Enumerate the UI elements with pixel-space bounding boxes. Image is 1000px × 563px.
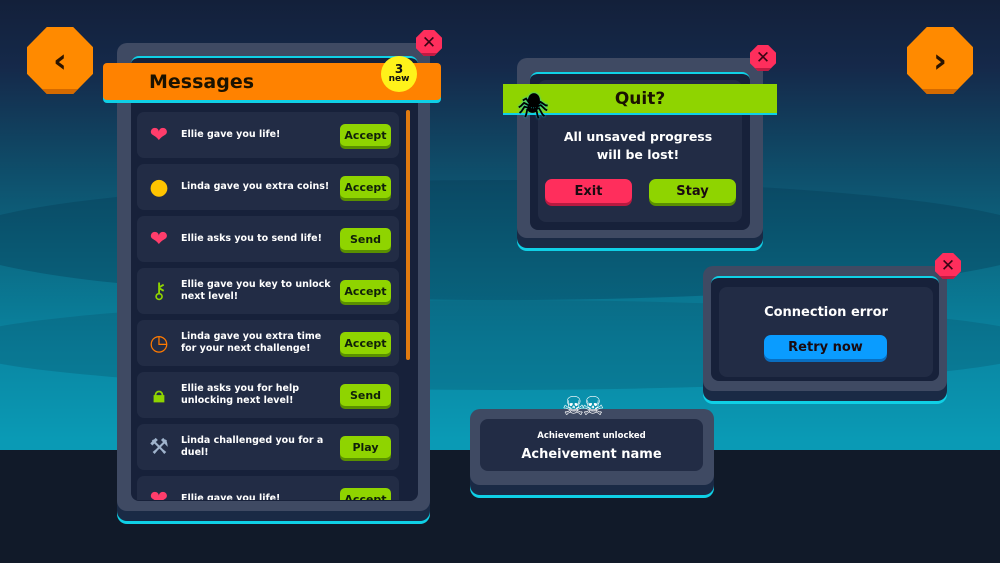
new-badge: 3 new xyxy=(381,56,417,92)
clock-icon: ◷ xyxy=(149,330,169,356)
achievement-subtitle: Achievement unlocked xyxy=(537,431,646,441)
accept-button[interactable]: Accept xyxy=(340,488,391,500)
heart-icon: ❤ xyxy=(149,122,169,148)
chevron-left-icon: ‹ xyxy=(52,40,67,81)
message-row: ⚷ Ellie gave you key to unlock next level… xyxy=(137,268,399,314)
send-button[interactable]: Send xyxy=(340,228,391,250)
message-row: ● Linda gave you extra coins! Accept xyxy=(137,164,399,210)
messages-title: Messages xyxy=(149,70,255,93)
heart-icon: ❤ xyxy=(149,486,169,501)
connection-body xyxy=(719,287,933,377)
messages-list: ❤ Ellie gave you life! Accept ● Linda gave y… xyxy=(131,108,418,500)
message-text: Linda gave you extra coins! xyxy=(181,181,330,192)
close-quit-button[interactable]: ✕ xyxy=(750,45,776,71)
message-row: ❤ Ellie asks you to send life! Send xyxy=(137,216,399,262)
next-button[interactable]: › xyxy=(907,27,973,94)
message-text: Ellie gave you key to unlock next level! xyxy=(181,279,331,302)
stay-label: Stay xyxy=(676,183,709,199)
chevron-right-icon: › xyxy=(932,40,947,81)
skull-key-icon: ⚷ xyxy=(150,278,168,304)
message-row: ◷ Linda gave you extra time for your next… xyxy=(137,320,399,366)
accept-button[interactable]: Accept xyxy=(340,280,391,302)
message-text: Ellie gave you life! xyxy=(181,129,281,140)
play-button[interactable]: Play xyxy=(340,436,391,458)
message-row: ⚒ Linda challenged you for a duel! Play xyxy=(137,424,399,470)
stay-button[interactable]: Stay xyxy=(649,179,736,203)
coin-icon: ● xyxy=(149,174,169,200)
quit-message: All unsaved progress will be lost! xyxy=(563,129,713,162)
connection-title: Connection error xyxy=(764,305,888,320)
skulls-icon: ☠☠ xyxy=(562,392,605,422)
message-row: ❤ Ellie gave you life! Accept xyxy=(137,112,399,158)
retry-button[interactable]: Retry now xyxy=(764,335,887,359)
exit-button[interactable]: Exit xyxy=(545,179,632,203)
axe-icon: ⚒ xyxy=(149,434,169,460)
accept-button[interactable]: Accept xyxy=(340,124,391,146)
heart-icon: ❤ xyxy=(149,226,169,252)
message-text: Linda gave you extra time for your next … xyxy=(181,331,322,354)
close-icon: ✕ xyxy=(421,33,437,53)
close-icon: ✕ xyxy=(755,48,771,68)
close-icon: ✕ xyxy=(940,256,956,276)
achievement-body xyxy=(480,419,703,471)
message-row: ❤ Ellie gave you life! Accept xyxy=(137,476,399,500)
message-text: Linda challenged you for a duel! xyxy=(181,435,324,458)
quit-title: Quit? xyxy=(614,88,666,109)
message-text: Ellie asks you to send life! xyxy=(181,233,322,244)
accept-button[interactable]: Accept xyxy=(340,332,391,354)
achievement-name: Acheivement name xyxy=(521,447,662,462)
exit-label: Exit xyxy=(574,183,603,199)
message-row: 🔒︎ Ellie asks you for help unlocking next… xyxy=(137,372,399,418)
spider-icon: 🕷︎ xyxy=(518,92,549,120)
retry-label: Retry now xyxy=(788,339,863,355)
scrollbar[interactable] xyxy=(406,110,410,360)
accept-button[interactable]: Accept xyxy=(340,176,391,198)
message-text: Ellie asks you for help unlocking next l… xyxy=(181,383,300,406)
send-button[interactable]: Send xyxy=(340,384,391,406)
badge-label: new xyxy=(388,74,410,84)
lock-icon: 🔒︎ xyxy=(153,382,165,408)
badge-count: 3 xyxy=(394,62,404,76)
message-text: Ellie gave you life! xyxy=(181,493,281,500)
close-connection-button[interactable]: ✕ xyxy=(935,253,961,279)
prev-button[interactable]: ‹ xyxy=(27,27,93,94)
